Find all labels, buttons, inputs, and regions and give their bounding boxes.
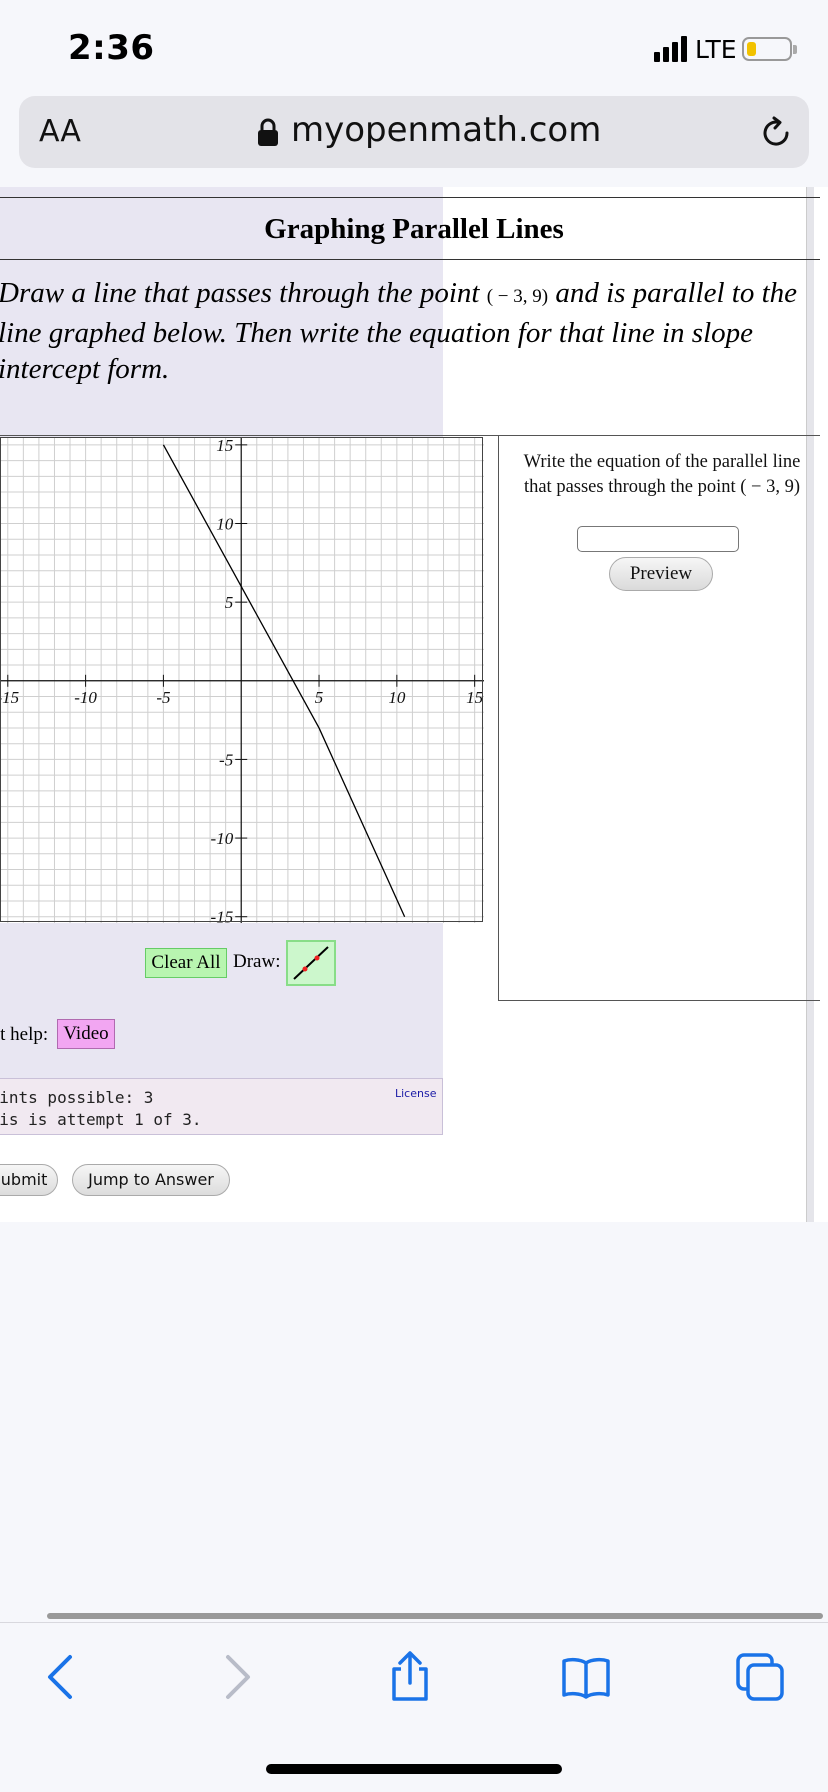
network-type: LTE <box>695 35 737 64</box>
question-title: Graphing Parallel Lines <box>264 213 564 245</box>
equation-input[interactable] <box>577 526 739 552</box>
horizontal-scroll-indicator[interactable] <box>47 1613 823 1619</box>
address-bar[interactable]: AA myopenmath.com <box>19 96 809 168</box>
x-tick-label: 15 <box>466 688 483 707</box>
status-bar: 2:36 LTE <box>0 0 828 90</box>
question-text-part1: Draw a line that passes through the poin… <box>0 277 487 309</box>
help-label: Get help: <box>0 1024 49 1045</box>
question-point: ( − 3, 9) <box>486 286 549 307</box>
jump-to-answer-button[interactable]: Jump to Answer <box>72 1164 230 1196</box>
graph-background <box>0 437 484 923</box>
line-tool-icon <box>293 946 329 980</box>
home-indicator[interactable] <box>266 1764 562 1774</box>
tabs-icon[interactable] <box>734 1651 786 1703</box>
y-tick-label: 5 <box>225 593 234 612</box>
y-tick-label: 15 <box>216 437 233 455</box>
battery-nub <box>793 45 797 54</box>
share-icon[interactable] <box>384 1651 436 1703</box>
graph-area[interactable]: -15 -10 -5 5 10 15 15 10 5 -5 -10 -15 <box>0 437 484 923</box>
x-tick-label: -10 <box>74 688 97 707</box>
x-tick-label: 10 <box>388 688 406 707</box>
divider <box>0 197 820 198</box>
y-tick-label: -15 <box>211 908 234 923</box>
signal-strength-icon <box>654 36 687 62</box>
divider <box>498 1000 820 1001</box>
x-tick-label: 5 <box>315 688 324 707</box>
video-help-button[interactable]: Video <box>57 1019 115 1049</box>
text-size-button[interactable]: AA <box>39 114 81 149</box>
x-tick-label: -15 <box>0 688 19 707</box>
draw-label: Draw: <box>233 951 281 972</box>
points-info: Points possible: 3 This is attempt 1 of … <box>0 1078 443 1135</box>
divider <box>0 259 820 260</box>
coordinate-graph[interactable]: -15 -10 -5 5 10 15 15 10 5 -5 -10 -15 <box>0 437 484 923</box>
clear-all-button[interactable]: Clear All <box>145 948 227 978</box>
bookmarks-icon[interactable] <box>560 1651 612 1703</box>
back-icon[interactable] <box>36 1651 88 1703</box>
line-tool-button[interactable] <box>286 940 336 986</box>
y-tick-label: -5 <box>219 750 233 769</box>
web-page: Graphing Parallel Lines Draw a line that… <box>0 187 828 1222</box>
question-text: Draw a line that passes through the poin… <box>0 275 808 387</box>
lock-icon <box>258 118 278 146</box>
answer-prompt: Write the equation of the parallel line … <box>523 452 801 497</box>
y-tick-label: 10 <box>216 515 234 534</box>
attempt-info: This is attempt 1 of 3. <box>0 1110 202 1129</box>
status-time: 2:36 <box>68 28 155 68</box>
reload-icon[interactable] <box>759 116 793 150</box>
preview-button[interactable]: Preview <box>609 557 713 591</box>
url-text[interactable]: myopenmath.com <box>291 110 601 150</box>
answer-panel: Write the equation of the parallel line … <box>498 435 820 1000</box>
license-link[interactable]: License <box>395 1087 436 1100</box>
divider <box>0 435 498 436</box>
x-tick-label: -5 <box>156 688 170 707</box>
forward-icon[interactable] <box>210 1651 262 1703</box>
battery-icon <box>742 37 792 61</box>
points-possible: Points possible: 3 <box>0 1088 154 1107</box>
y-tick-label: -10 <box>211 829 234 848</box>
submit-button[interactable]: Submit <box>0 1164 58 1196</box>
